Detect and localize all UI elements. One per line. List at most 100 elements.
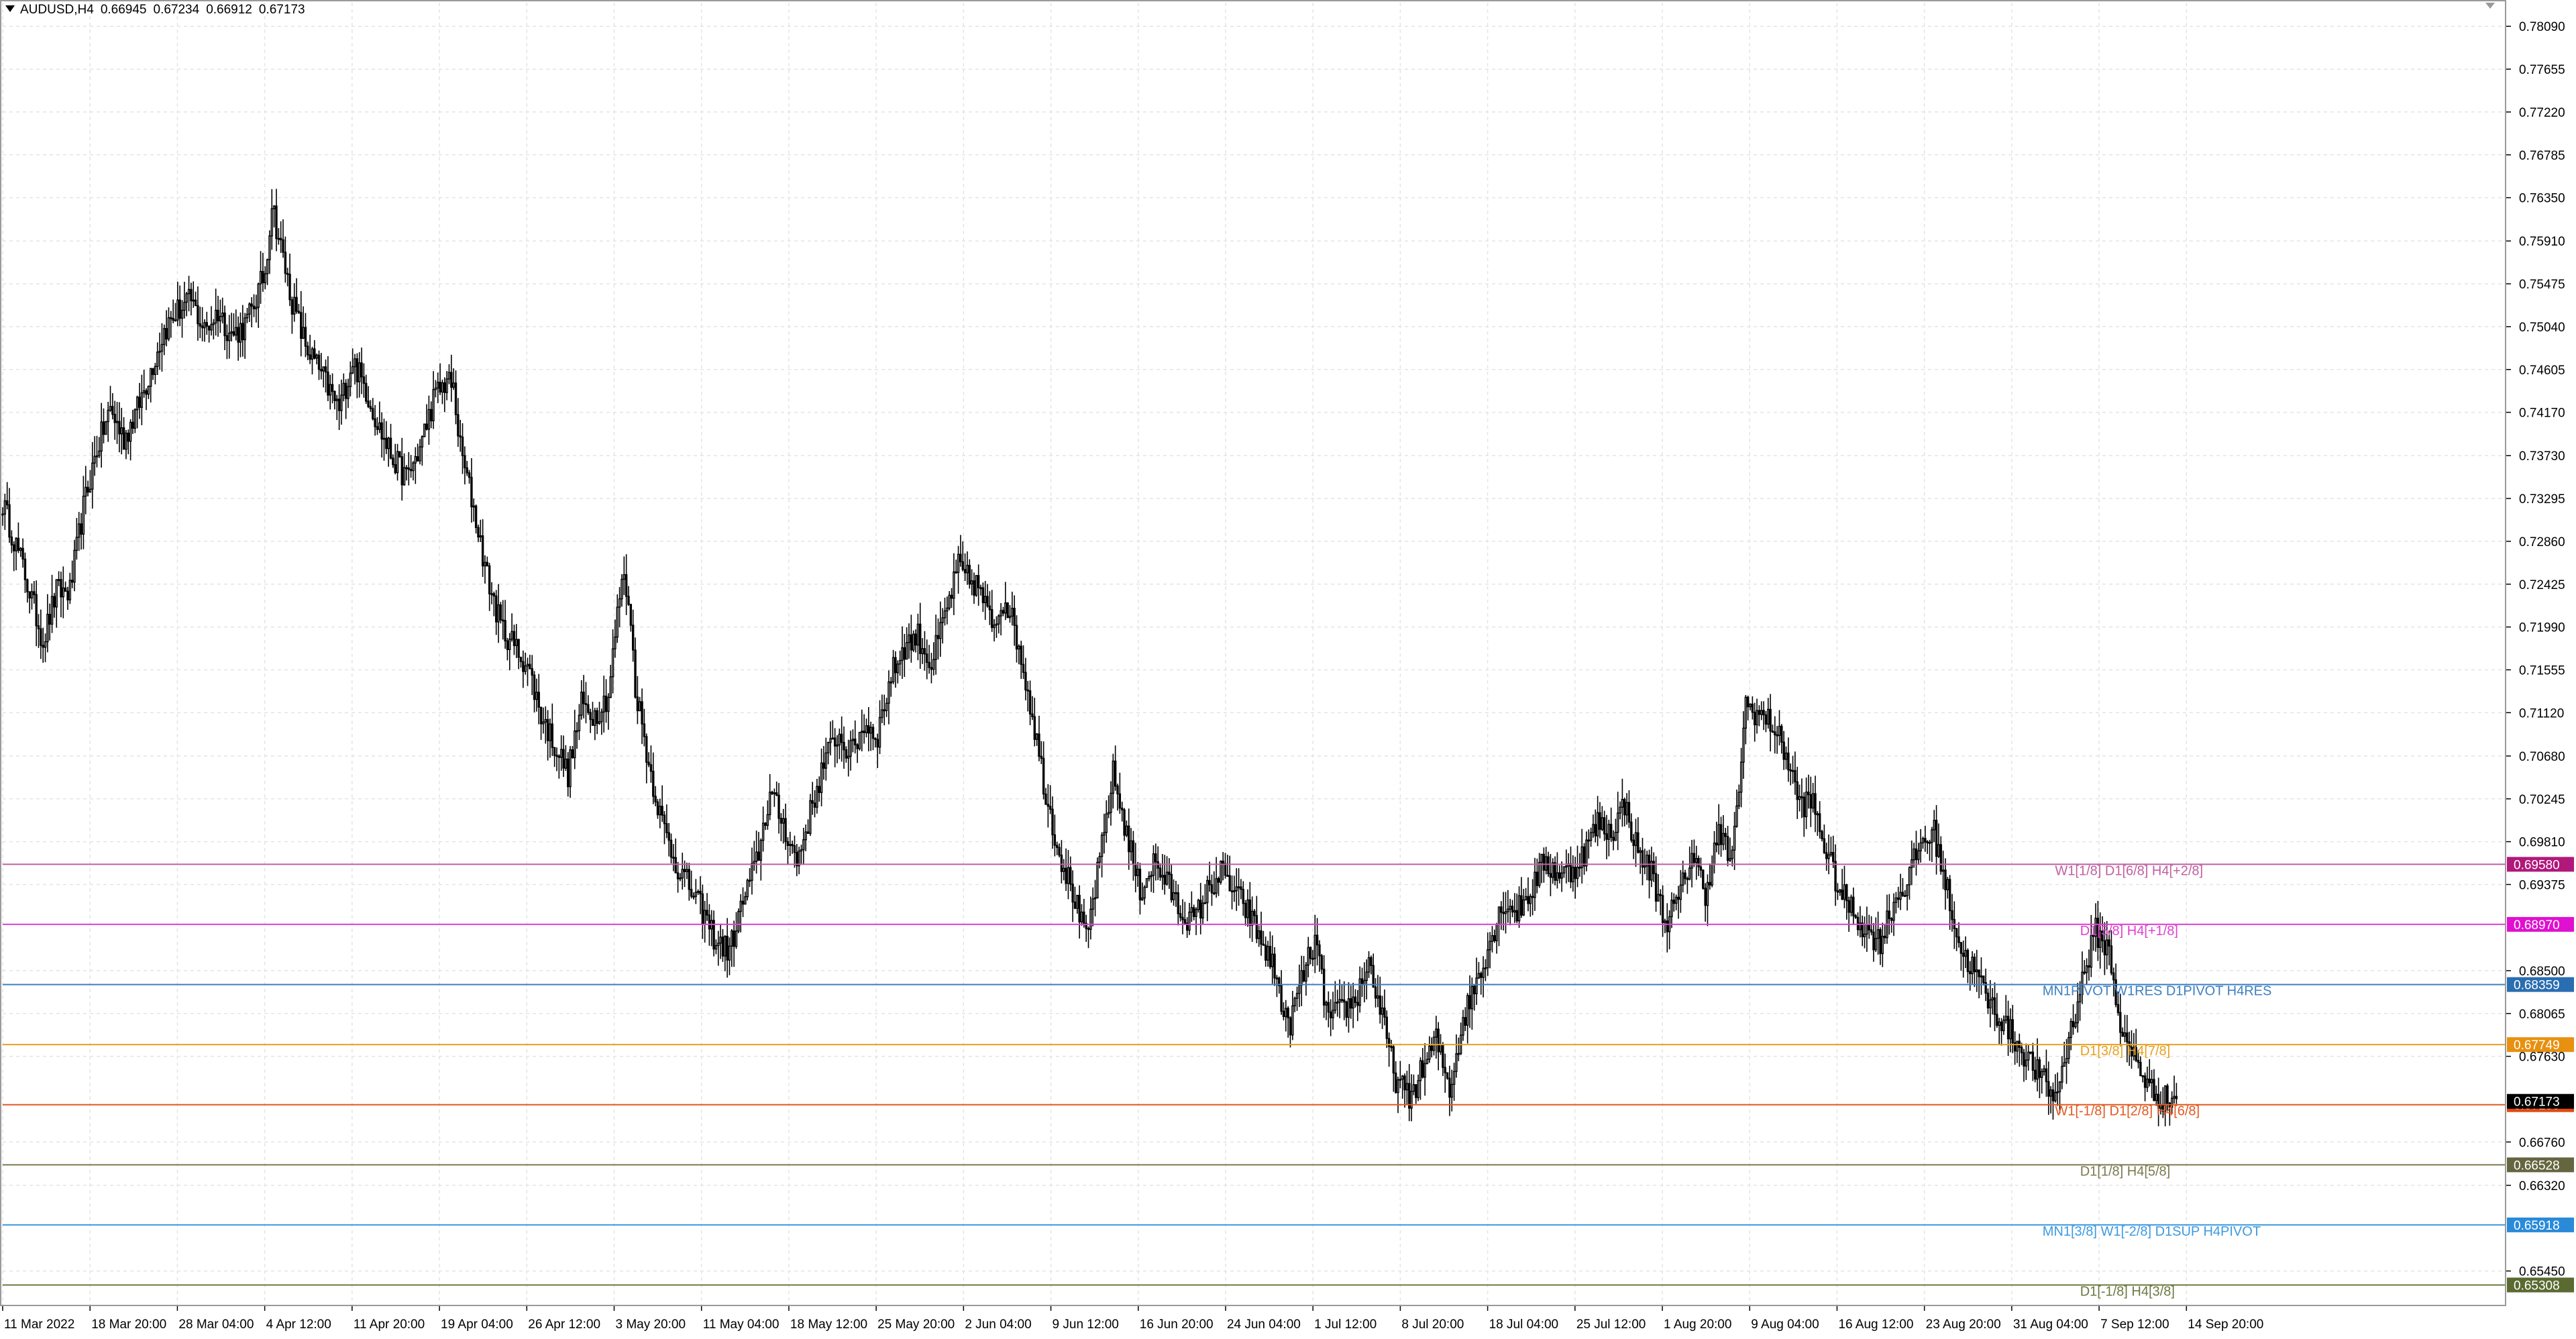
candle-body[interactable] [1495,924,1498,941]
candle-body[interactable] [322,366,325,372]
candle-body[interactable] [600,711,603,722]
candle-body[interactable] [1599,812,1601,830]
candle-body[interactable] [1576,867,1579,879]
candle-body[interactable] [317,354,321,370]
candle-body[interactable] [1976,969,1978,973]
candle-body[interactable] [434,387,437,390]
candle-body[interactable] [1325,1002,1328,1006]
candle-body[interactable] [400,456,403,486]
candle-body[interactable] [75,537,78,551]
candle-body[interactable] [966,564,969,574]
candle-body[interactable] [389,437,392,459]
candle-body[interactable] [30,591,34,599]
candle-body[interactable] [70,580,74,583]
candle-body[interactable] [95,455,99,458]
candle-body[interactable] [1825,852,1828,859]
candle-body[interactable] [1554,862,1556,881]
candle-body[interactable] [2155,1093,2157,1102]
candle-body[interactable] [486,561,489,567]
candle-body[interactable] [421,436,424,447]
candle-body[interactable] [1235,886,1238,892]
candle-body[interactable] [1432,1036,1436,1051]
candle-body[interactable] [1706,881,1709,906]
candle-body[interactable] [1345,1001,1348,1018]
candle-body[interactable] [2083,971,2086,974]
candle-body[interactable] [1578,867,1581,869]
candle-body[interactable] [1087,928,1090,930]
candle-body[interactable] [1145,878,1148,888]
candle-body[interactable] [804,831,807,841]
candle-body[interactable] [721,936,724,957]
candle-body[interactable] [91,462,94,490]
candle-body[interactable] [1717,824,1720,846]
candle-body[interactable] [1248,899,1251,926]
candle-body[interactable] [423,423,426,437]
candle-body[interactable] [284,252,287,274]
candle-body[interactable] [2090,934,2093,968]
candle-body[interactable] [533,674,536,700]
candle-body[interactable] [402,467,406,486]
candle-body[interactable] [2011,1019,2014,1044]
candle-body[interactable] [943,610,947,619]
candle-body[interactable] [898,659,902,665]
candle-body[interactable] [1704,888,1707,906]
candle-body[interactable] [335,398,338,401]
candle-body[interactable] [53,596,56,608]
candle-body[interactable] [279,237,282,241]
candle-body[interactable] [1520,895,1523,916]
candle-body[interactable] [1450,1083,1453,1098]
candle-body[interactable] [903,647,906,660]
candle-body[interactable] [1894,897,1898,903]
candle-body[interactable] [759,839,762,861]
candle-body[interactable] [2000,1021,2003,1032]
candle-body[interactable] [1890,918,1893,921]
candle-body[interactable] [1913,848,1915,861]
candle-body[interactable] [136,396,139,411]
candle-body[interactable] [2025,1059,2028,1067]
candle-body[interactable] [1336,1002,1339,1004]
candle-body[interactable] [645,736,648,763]
candle-body[interactable] [1760,710,1763,715]
candle-body[interactable] [1287,1008,1289,1018]
candle-body[interactable] [1240,886,1242,890]
candle-body[interactable] [246,313,249,319]
candle-body[interactable] [1018,645,1020,650]
candle-body[interactable] [1582,846,1586,867]
candle-body[interactable] [2058,1081,2061,1093]
candle-body[interactable] [686,869,688,872]
candle-body[interactable] [798,850,800,867]
candle-body[interactable] [499,604,502,621]
candle-body[interactable] [127,432,129,442]
candle-body[interactable] [701,893,704,925]
candle-body[interactable] [1390,1046,1393,1049]
candle-body[interactable] [861,731,863,733]
candle-body[interactable] [170,317,172,319]
candle-body[interactable] [1531,896,1534,898]
candle-body[interactable] [692,896,695,898]
candle-body[interactable] [728,945,731,961]
candle-body[interactable] [23,558,27,580]
candle-body[interactable] [1006,602,1009,619]
candle-body[interactable] [1807,792,1810,796]
candle-body[interactable] [172,317,174,321]
candle-body[interactable] [878,716,881,748]
candle-body[interactable] [1661,895,1664,923]
candle-body[interactable] [771,792,773,794]
candle-body[interactable] [367,400,370,407]
candle-body[interactable] [140,392,144,408]
candle-body[interactable] [1654,873,1658,902]
candle-body[interactable] [8,504,11,538]
candle-body[interactable] [2116,1004,2120,1014]
candle-body[interactable] [228,332,231,341]
candle-body[interactable] [349,372,352,387]
candle-body[interactable] [214,309,217,324]
candle-body[interactable] [811,800,814,804]
candle-body[interactable] [165,328,168,340]
candle-body[interactable] [717,943,720,947]
candle-body[interactable] [1269,946,1272,967]
candle-body[interactable] [387,437,390,449]
candle-body[interactable] [1955,928,1958,938]
candle-body[interactable] [302,327,305,339]
candle-body[interactable] [1022,663,1025,674]
candle-body[interactable] [1935,820,1938,857]
